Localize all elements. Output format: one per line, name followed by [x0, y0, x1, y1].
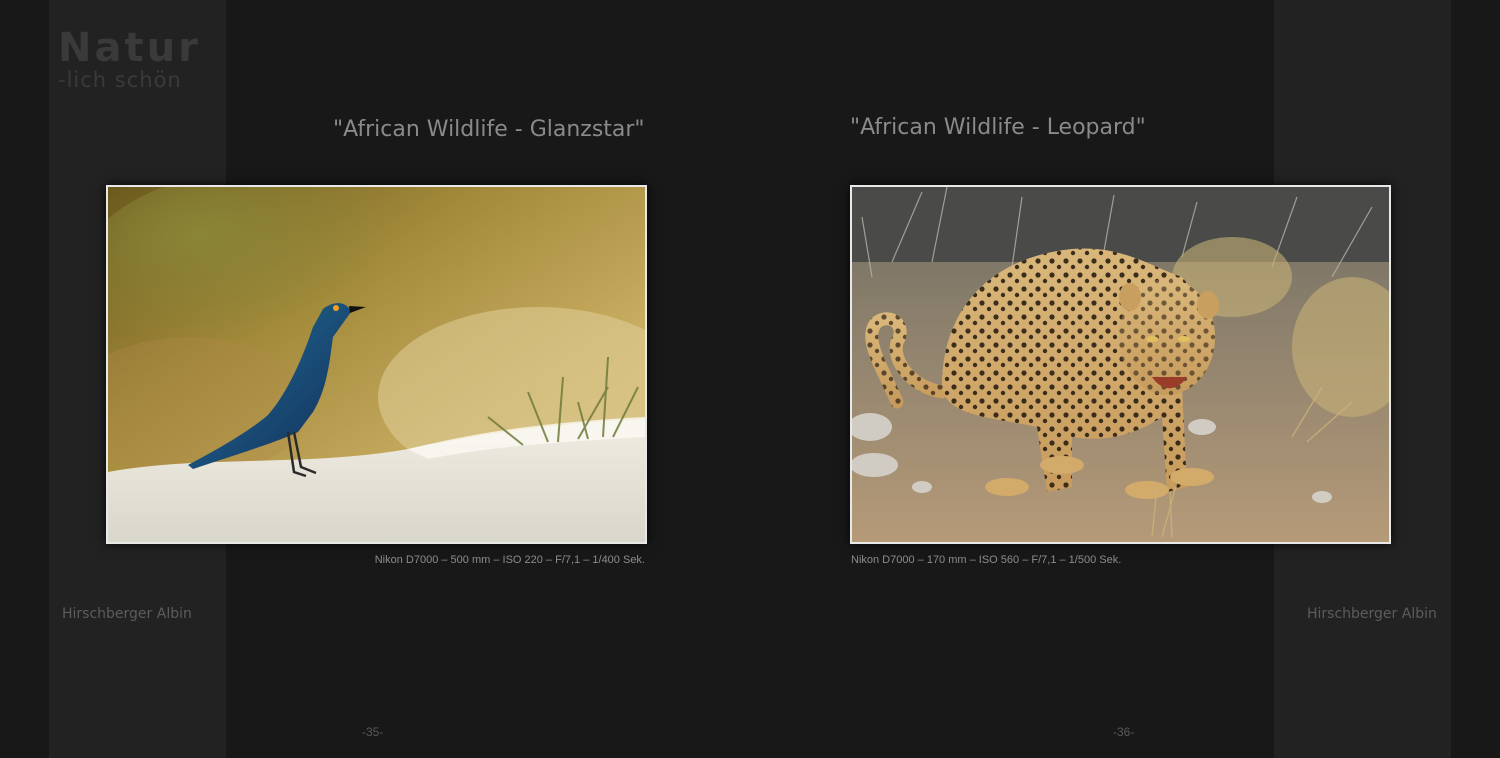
starling-image [108, 187, 645, 542]
logo-line2: -lich schön [58, 68, 182, 92]
logo-line1: Natur [58, 25, 201, 71]
leopard-photo [850, 185, 1391, 544]
left-photo-caption: Nikon D7000 – 500 mm – ISO 220 – F/7,1 –… [374, 554, 645, 566]
starling-photo [106, 185, 647, 544]
left-page-number: -35- [362, 725, 384, 739]
book-spread: Natur -lich schön "African Wildlife - Gl… [0, 0, 1500, 758]
right-author: Hirschberger Albin [1307, 606, 1437, 622]
right-page-number: -36- [1113, 725, 1135, 739]
left-page-title: "African Wildlife - Glanzstar" [333, 117, 645, 142]
logo: Natur -lich schön [58, 28, 201, 91]
leopard-image [852, 187, 1389, 542]
right-photo-caption: Nikon D7000 – 170 mm – ISO 560 – F/7,1 –… [851, 554, 1122, 566]
left-author: Hirschberger Albin [62, 606, 192, 622]
right-page-title: "African Wildlife - Leopard" [850, 115, 1146, 140]
